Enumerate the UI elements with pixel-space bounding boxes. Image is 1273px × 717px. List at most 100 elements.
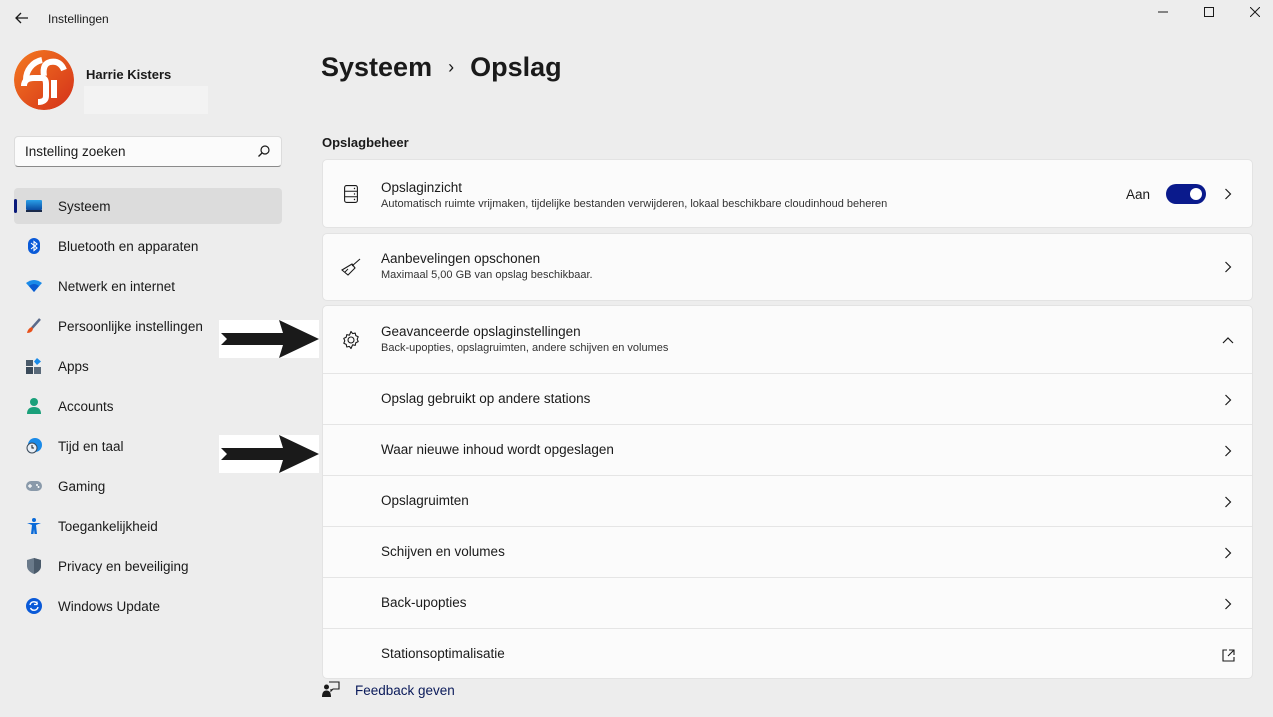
feedback-label: Feedback geven xyxy=(355,683,455,698)
sidebar-item-label: Gaming xyxy=(58,478,106,494)
section-title: Opslagbeheer xyxy=(322,135,409,150)
person-icon xyxy=(26,398,42,414)
broom-icon xyxy=(341,257,361,277)
row-subtitle: Maximaal 5,00 GB van opslag beschikbaar. xyxy=(381,269,593,281)
close-icon xyxy=(1250,7,1260,17)
minimize-button[interactable] xyxy=(1140,0,1186,24)
row-title: Waar nieuwe inhoud wordt opgeslagen xyxy=(381,442,614,457)
row-title: Schijven en volumes xyxy=(381,544,505,559)
sidebar-item-windows-update[interactable]: Windows Update xyxy=(14,588,282,624)
list-item-backup-options[interactable]: Back-upopties xyxy=(323,577,1252,628)
active-indicator xyxy=(14,199,17,213)
close-button[interactable] xyxy=(1232,0,1273,24)
sidebar-item-label: Toegankelijkheid xyxy=(58,518,158,534)
chevron-right-icon xyxy=(1220,186,1236,202)
row-subtitle: Automatisch ruimte vrijmaken, tijdelijke… xyxy=(381,198,888,210)
update-icon xyxy=(26,598,42,614)
annotation-arrow xyxy=(219,435,319,473)
sidebar-item-label: Tijd en taal xyxy=(58,438,124,454)
sidebar-item-label: Accounts xyxy=(58,398,114,414)
sidebar-item-privacy[interactable]: Privacy en beveiliging xyxy=(14,548,282,584)
page-title: Opslag xyxy=(470,52,562,82)
maximize-icon xyxy=(1204,7,1214,17)
sidebar-item-label: Windows Update xyxy=(58,598,161,614)
breadcrumb: Systeem › Opslag xyxy=(321,52,562,83)
row-title: Opslaginzicht xyxy=(381,180,463,195)
list-item-storage-spaces[interactable]: Opslagruimten xyxy=(323,475,1252,526)
clock-globe-icon xyxy=(26,438,42,454)
list-item-other-drives[interactable]: Opslag gebruikt op andere stations xyxy=(323,373,1252,424)
bluetooth-icon xyxy=(26,238,42,254)
gear-icon xyxy=(341,330,361,350)
search-input[interactable] xyxy=(15,137,245,166)
shield-icon xyxy=(26,558,42,574)
feedback-icon xyxy=(322,681,340,697)
list-item-drive-optimization[interactable]: Stationsoptimalisatie xyxy=(323,628,1252,679)
sidebar-item-bluetooth[interactable]: Bluetooth en apparaten xyxy=(14,228,282,264)
title-bar: Instellingen xyxy=(0,0,1273,38)
avatar-logo-icon xyxy=(14,50,74,110)
chevron-right-icon: › xyxy=(448,57,455,77)
sidebar-item-label: Systeem xyxy=(58,198,111,214)
arrow-right-annotation-icon xyxy=(221,320,319,358)
cleanup-recommendations-card: Aanbevelingen opschonen Maximaal 5,00 GB… xyxy=(322,233,1253,301)
sidebar-item-gaming[interactable]: Gaming xyxy=(14,468,282,504)
sidebar-item-toegankelijkheid[interactable]: Toegankelijkheid xyxy=(14,508,282,544)
row-subtitle: Back-upopties, opslagruimten, andere sch… xyxy=(381,342,669,354)
chevron-right-icon xyxy=(1220,259,1236,275)
sidebar-item-label: Netwerk en internet xyxy=(58,278,176,294)
sidebar-item-accounts[interactable]: Accounts xyxy=(14,388,282,424)
storage-sense-row[interactable]: Opslaginzicht Automatisch ruimte vrijmak… xyxy=(323,160,1252,227)
sidebar-item-label: Privacy en beveiliging xyxy=(58,558,189,574)
storage-sense-card: Opslaginzicht Automatisch ruimte vrijmak… xyxy=(322,159,1253,228)
avatar[interactable] xyxy=(14,50,74,110)
minimize-icon xyxy=(1158,11,1168,13)
breadcrumb-parent[interactable]: Systeem xyxy=(321,52,432,83)
app-title: Instellingen xyxy=(48,12,109,26)
row-title: Opslag gebruikt op andere stations xyxy=(381,391,591,406)
chevron-right-icon xyxy=(1220,596,1236,612)
toggle-knob xyxy=(1190,188,1202,200)
row-title: Geavanceerde opslaginstellingen xyxy=(381,324,581,339)
sidebar-nav: Systeem Bluetooth en apparaten Netwerk e… xyxy=(14,188,282,628)
annotation-arrow xyxy=(219,320,319,358)
paintbrush-icon xyxy=(26,318,42,334)
toggle-state-label: Aan xyxy=(1125,186,1150,202)
chevron-right-icon xyxy=(1220,392,1236,408)
maximize-button[interactable] xyxy=(1186,0,1232,24)
monitor-icon xyxy=(26,198,42,214)
cleanup-recommendations-row[interactable]: Aanbevelingen opschonen Maximaal 5,00 GB… xyxy=(323,234,1252,300)
sidebar-item-label: Persoonlijke instellingen xyxy=(58,318,203,334)
row-title: Opslagruimten xyxy=(381,493,469,508)
arrow-right-annotation-icon xyxy=(221,435,319,473)
wifi-icon xyxy=(26,278,42,294)
chevron-up-icon[interactable] xyxy=(1220,332,1236,348)
chevron-right-icon xyxy=(1220,443,1236,459)
apps-icon xyxy=(26,358,42,374)
sidebar-item-netwerk[interactable]: Netwerk en internet xyxy=(14,268,282,304)
settings-search xyxy=(14,136,282,167)
row-title: Aanbevelingen opschonen xyxy=(381,251,541,266)
back-button[interactable] xyxy=(10,6,34,30)
user-name: Harrie Kisters xyxy=(86,67,172,82)
list-item-save-locations[interactable]: Waar nieuwe inhoud wordt opgeslagen xyxy=(323,424,1252,475)
chevron-right-icon xyxy=(1220,494,1236,510)
user-email-redacted xyxy=(84,86,208,114)
sidebar-item-systeem[interactable]: Systeem xyxy=(14,188,282,224)
storage-sense-toggle[interactable] xyxy=(1166,184,1206,204)
row-title: Stationsoptimalisatie xyxy=(381,646,505,661)
external-link-icon xyxy=(1220,647,1236,663)
search-icon[interactable] xyxy=(257,144,271,158)
gamepad-icon xyxy=(26,478,42,494)
accessibility-icon xyxy=(26,518,42,534)
storage-drive-icon xyxy=(341,184,361,204)
advanced-storage-settings-header[interactable]: Geavanceerde opslaginstellingen Back-upo… xyxy=(323,306,1252,373)
sidebar-item-label: Apps xyxy=(58,358,89,374)
feedback-link[interactable]: Feedback geven xyxy=(322,681,455,698)
chevron-right-icon xyxy=(1220,545,1236,561)
list-item-disks-volumes[interactable]: Schijven en volumes xyxy=(323,526,1252,577)
sidebar-item-label: Bluetooth en apparaten xyxy=(58,238,199,254)
arrow-left-icon xyxy=(15,12,28,24)
row-title: Back-upopties xyxy=(381,595,467,610)
advanced-storage-settings-card: Geavanceerde opslaginstellingen Back-upo… xyxy=(322,305,1253,679)
